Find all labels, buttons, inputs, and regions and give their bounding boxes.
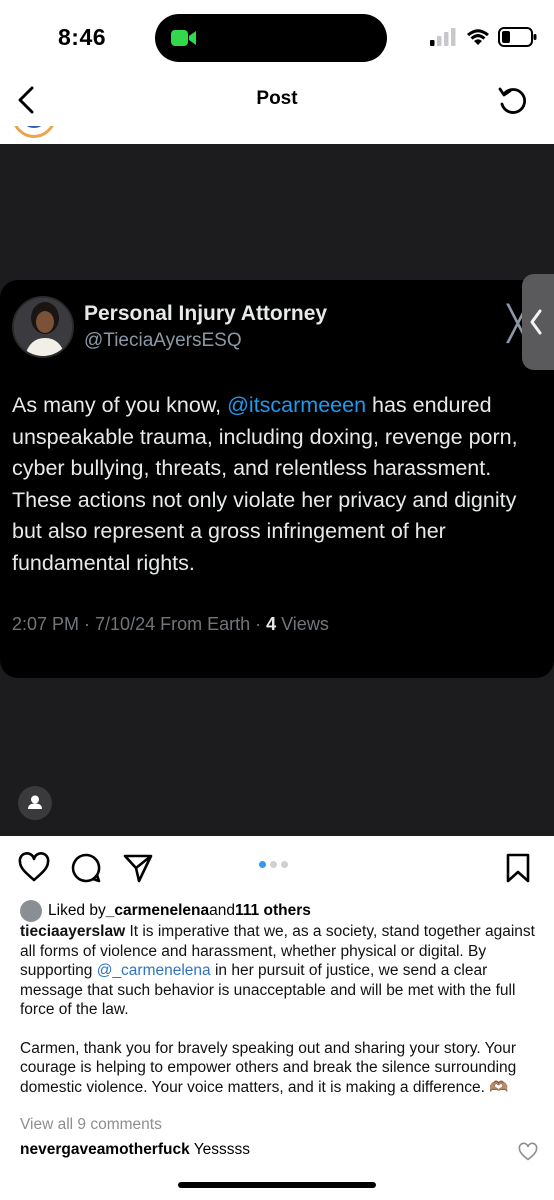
home-indicator[interactable]	[178, 1182, 376, 1188]
carousel-dot	[270, 861, 277, 868]
carousel-dot	[281, 861, 288, 868]
comment-username[interactable]: nevergaveamotherfuck	[20, 1141, 190, 1158]
view-all-comments-link[interactable]: View all 9 comments	[20, 1116, 162, 1134]
comment-text: Yesssss	[189, 1141, 251, 1158]
tweet-meta: 2:07 PM · 7/10/24 From Earth · 4 Views	[12, 614, 329, 635]
tweet-text: As many of you know, @itscarmeeen has en…	[12, 390, 542, 579]
caption-username[interactable]: tieciaayerslaw	[20, 923, 125, 940]
tweet-timestamp: 2:07 PM · 7/10/24 From Earth ·	[12, 614, 267, 634]
poster-avatar-peek	[0, 126, 554, 144]
status-bar: 8:46	[0, 0, 554, 76]
post-actions	[0, 836, 554, 898]
carousel-dot	[259, 861, 266, 868]
likes-middle: and	[209, 902, 236, 919]
status-time: 8:46	[58, 24, 107, 50]
bookmark-icon[interactable]	[502, 852, 534, 884]
caption-paragraph-2: Carmen, thank you for bravely speaking o…	[20, 1039, 517, 1096]
status-icons	[430, 26, 538, 48]
battery-icon	[498, 27, 537, 47]
share-icon[interactable]	[122, 852, 154, 884]
comment-like-heart-icon[interactable]	[518, 1142, 538, 1162]
post-media[interactable]: Personal Injury Attorney @TieciaAyersESQ…	[0, 144, 554, 836]
wifi-icon	[467, 29, 489, 45]
likes-others-count[interactable]: 111 others	[235, 902, 311, 920]
tweet-avatar	[12, 296, 74, 358]
likes-prefix: Liked by	[48, 902, 106, 919]
chevron-left-icon	[530, 309, 542, 335]
refresh-icon[interactable]	[496, 82, 530, 118]
person-icon	[28, 795, 42, 809]
side-panel-tab[interactable]	[522, 274, 554, 370]
tweet-text-prefix: As many of you know,	[12, 393, 228, 417]
nav-bar: Post	[0, 76, 554, 126]
comment-item: nevergaveamotherfuck Yesssss	[20, 1141, 250, 1159]
carousel-indicator	[259, 861, 288, 868]
tweet-handle: @TieciaAyersESQ	[84, 330, 242, 351]
likes-row[interactable]: Liked by _carmenelena and 111 others	[20, 900, 311, 922]
tweet-mention-link: @itscarmeeen	[227, 393, 367, 417]
tweet-view-count: 4	[266, 614, 277, 634]
dynamic-island[interactable]	[155, 14, 387, 62]
liker-username[interactable]: _carmenelena	[106, 902, 209, 920]
page-title: Post	[256, 88, 298, 109]
tweet-card: Personal Injury Attorney @TieciaAyersESQ…	[0, 280, 554, 678]
profile-photo-icon	[14, 298, 72, 356]
tagged-users-button[interactable]	[18, 786, 52, 820]
comment-icon[interactable]	[70, 852, 102, 884]
facetime-video-icon	[171, 30, 196, 46]
liker-avatar	[20, 900, 42, 922]
tweet-views-label: Views	[276, 614, 329, 634]
caption-mention-link[interactable]: @_carmenelena	[97, 962, 211, 979]
tweet-display-name: Personal Injury Attorney	[84, 302, 328, 325]
cellular-signal-icon	[430, 28, 456, 46]
caption-paragraph-1: tieciaayerslaw It is imperative that we,…	[20, 922, 536, 1020]
post-caption: tieciaayerslaw It is imperative that we,…	[20, 922, 536, 1097]
heart-icon[interactable]	[18, 852, 50, 884]
tweet-text-suffix: has endured unspeakable trauma, includin…	[12, 393, 518, 575]
